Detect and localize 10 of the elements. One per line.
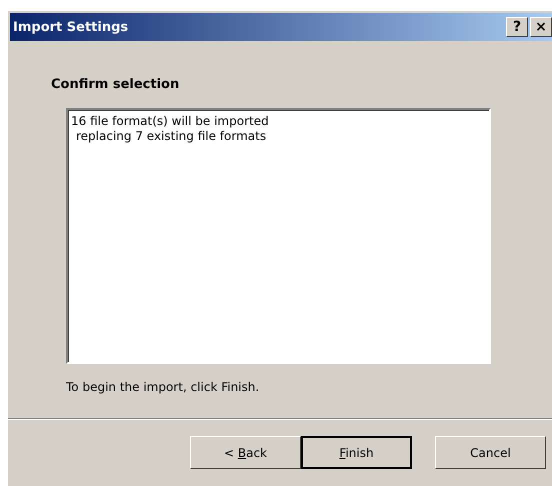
dialog-button[interactable]: < Back	[190, 436, 301, 469]
summary-line: 16 file format(s) will be imported	[71, 114, 270, 129]
help-button[interactable]: ?	[506, 17, 528, 37]
dialog-button[interactable]: Cancel	[435, 436, 546, 469]
dialog-button[interactable]: Finish	[301, 436, 412, 469]
window-title: Import Settings	[13, 20, 130, 34]
section-heading: Confirm selection	[51, 77, 180, 92]
close-button[interactable]: ×	[530, 17, 552, 37]
summary-line: replacing 7 existing file formats	[75, 129, 268, 144]
instruction-text: To begin the import, click Finish.	[66, 380, 260, 394]
